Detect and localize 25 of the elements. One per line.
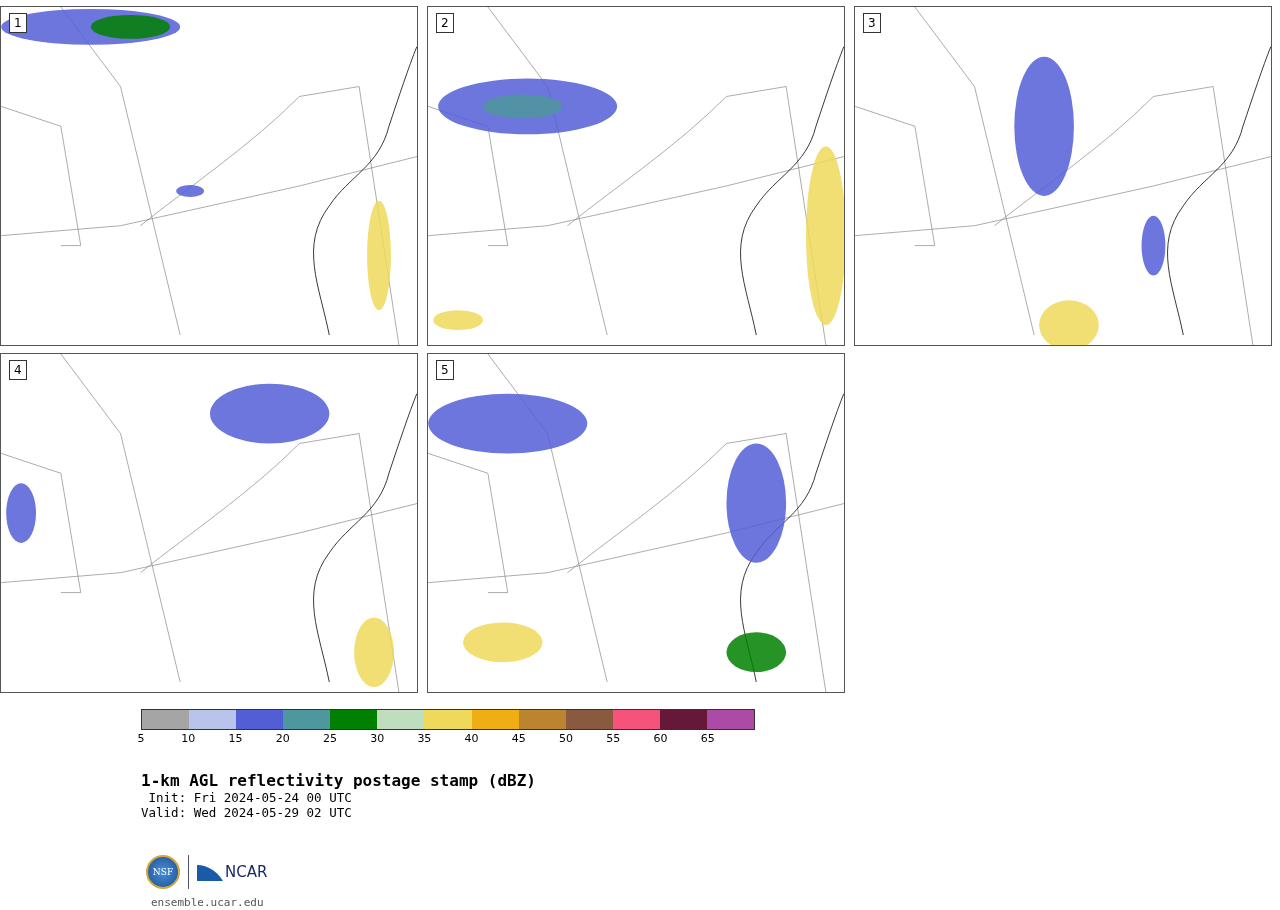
scale-tick-label: 50 bbox=[559, 732, 574, 745]
init-time: Init: Fri 2024-05-24 00 UTC bbox=[147, 790, 353, 805]
panel-number: 2 bbox=[436, 13, 454, 33]
panel-number: 3 bbox=[863, 13, 881, 33]
nsf-logo: NSF bbox=[146, 855, 180, 889]
ncar-logo: NCAR bbox=[225, 863, 268, 881]
scale-tick-label: 60 bbox=[653, 732, 668, 745]
scale-tick-label: 55 bbox=[606, 732, 621, 745]
scale-tick-label: 5 bbox=[137, 732, 145, 745]
scale-tick-label: 40 bbox=[464, 732, 479, 745]
scale-tick-label: 30 bbox=[370, 732, 385, 745]
scale-tick-label: 35 bbox=[417, 732, 432, 745]
chart-title: 1-km AGL reflectivity postage stamp (dBZ) bbox=[141, 771, 537, 790]
panel-number: 4 bbox=[9, 360, 27, 380]
scale-tick-label: 25 bbox=[322, 732, 337, 745]
scale-tick-label: 15 bbox=[228, 732, 243, 745]
scale-tick-label: 10 bbox=[181, 732, 196, 745]
scale-tick-label: 20 bbox=[275, 732, 290, 745]
swoosh-icon bbox=[197, 863, 223, 881]
panel-number: 5 bbox=[436, 360, 454, 380]
scale-tick-label: 65 bbox=[700, 732, 715, 745]
website-url: ensemble.ucar.edu bbox=[151, 896, 265, 909]
panel-number: 1 bbox=[9, 13, 27, 33]
scale-tick-label: 45 bbox=[511, 732, 526, 745]
valid-time: Valid: Wed 2024-05-29 02 UTC bbox=[141, 805, 353, 820]
